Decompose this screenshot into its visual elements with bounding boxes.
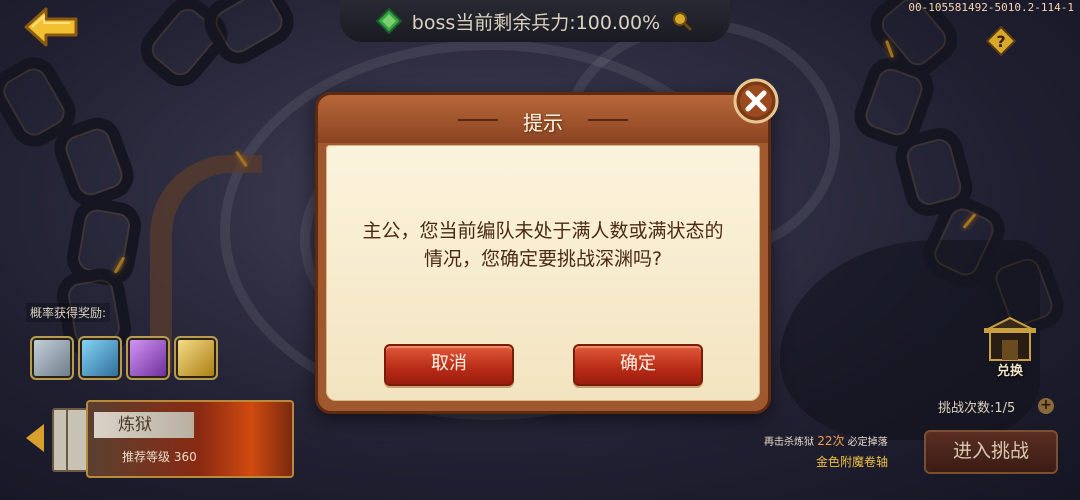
difficulty-name: 炼狱 <box>94 412 194 438</box>
difficulty-card-front: 炼狱 推荐等级 360 <box>86 400 294 478</box>
enter-challenge-button[interactable]: 进入挑战 <box>924 430 1058 474</box>
dialog-message: 主公，您当前编队未处于满人数或满状态的情况，您确定要挑战深渊吗? <box>362 220 724 270</box>
recommended-level: 推荐等级 360 <box>122 450 197 464</box>
back-button[interactable] <box>22 6 80 48</box>
boss-remaining-hp: boss当前剩余兵力:100.00% <box>411 11 661 34</box>
dialog-header: 提示 <box>318 95 768 143</box>
green-crystal-icon <box>375 8 402 34</box>
cancel-button[interactable]: 取消 <box>384 344 514 386</box>
kill-hint-prefix: 再击杀炼狱 <box>764 437 814 448</box>
svg-text:?: ? <box>996 32 1005 51</box>
dialog-body: 主公，您当前编队未处于满人数或满状态的情况，您确定要挑战深渊吗? 取消 确定 <box>326 145 760 401</box>
reward-item-silver[interactable] <box>30 336 74 380</box>
help-button[interactable]: ? <box>985 25 1017 57</box>
kill-hint-count: 22次 <box>817 434 845 448</box>
close-x-icon <box>733 78 779 124</box>
shop-icon <box>984 316 1036 361</box>
game-screen: boss当前剩余兵力:100.00% 00-105581492-5010.2-1… <box>0 0 1080 500</box>
confirm-dialog: 提示 主公，您当前编队未处于满人数或满状态的情况，您确定要挑战深渊吗? 取消 确… <box>315 92 771 414</box>
magnifier-icon[interactable] <box>670 9 694 33</box>
close-button[interactable] <box>733 78 779 124</box>
guaranteed-drop-item: 金色附魔卷轴 <box>816 455 889 469</box>
confirm-button[interactable]: 确定 <box>573 344 703 386</box>
previous-difficulty-arrow[interactable] <box>26 424 44 452</box>
reward-item-gold[interactable] <box>174 336 218 380</box>
version-text: 00-105581492-5010.2-114-1 <box>908 1 1074 14</box>
kill-hint-suffix: 必定掉落 <box>847 437 888 448</box>
question-icon: ? <box>985 25 1017 57</box>
add-challenge-button[interactable]: + <box>1038 398 1054 414</box>
reward-item-blue[interactable] <box>78 336 122 380</box>
exchange-button[interactable]: 兑换 <box>978 316 1042 379</box>
challenge-count: 挑战次数:1/5 <box>938 401 1016 416</box>
reward-label: 概率获得奖励: <box>26 303 111 322</box>
exchange-label: 兑换 <box>996 364 1023 379</box>
reward-item-purple[interactable] <box>126 336 170 380</box>
back-arrow-icon <box>24 7 78 47</box>
difficulty-card[interactable]: 炼狱 推荐等级 360 <box>52 400 294 478</box>
dialog-title: 提示 <box>523 111 563 135</box>
kill-hint: 再击杀炼狱 22次 必定掉落 <box>764 432 888 449</box>
boss-status-bar: boss当前剩余兵力:100.00% <box>340 0 730 42</box>
